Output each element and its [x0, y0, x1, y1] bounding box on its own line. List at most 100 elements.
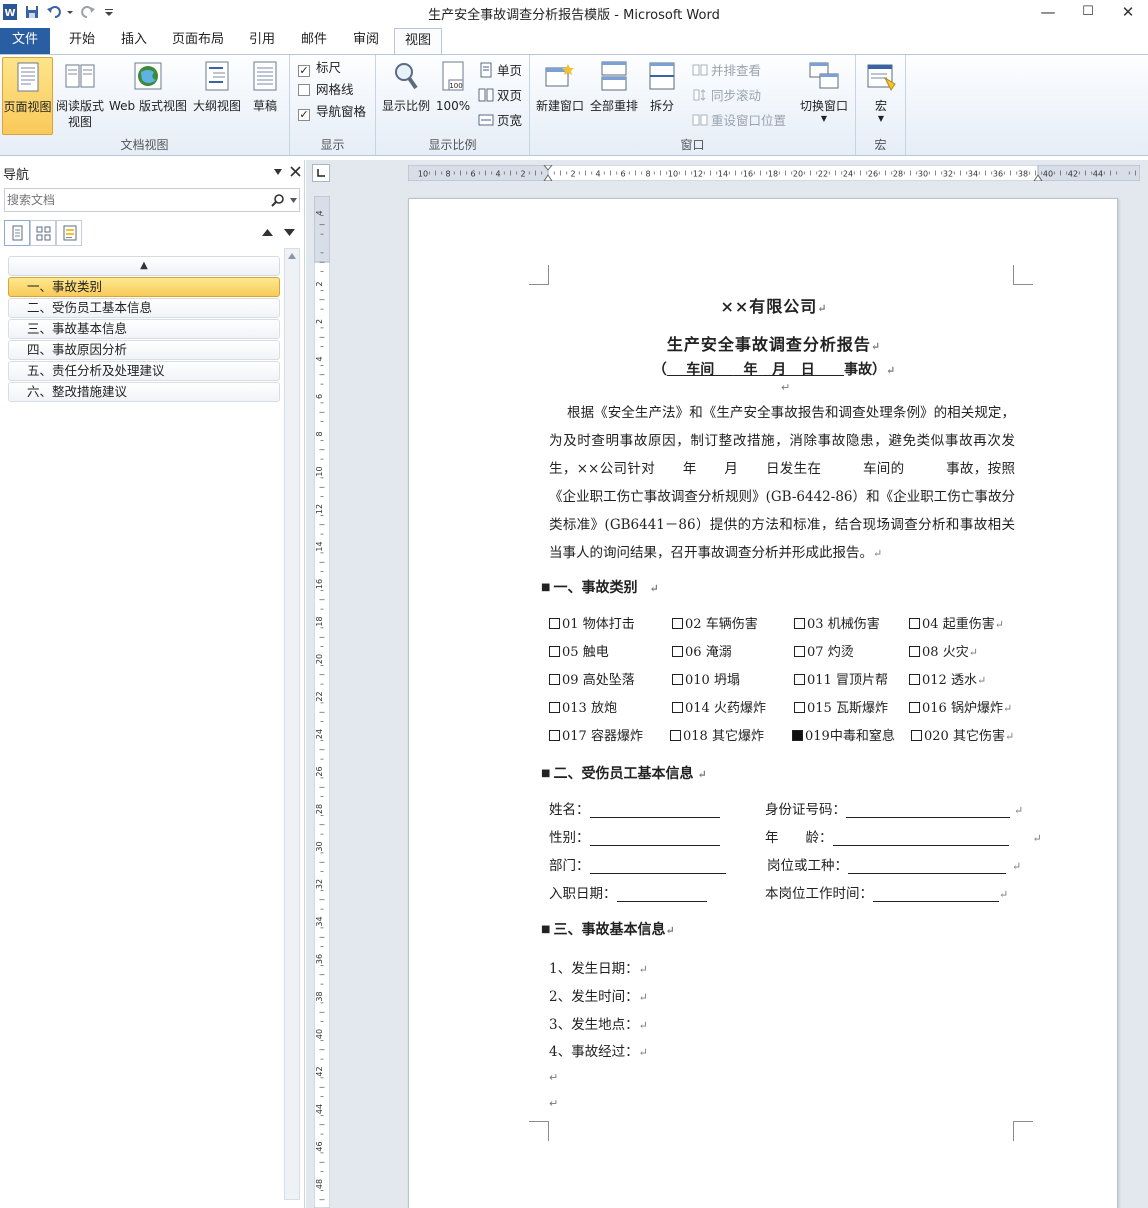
- web-layout-button[interactable]: Web 版式视图: [107, 57, 189, 114]
- category-checkbox-checked[interactable]: [792, 730, 803, 741]
- reading-layout-button[interactable]: 阅读版式 视图: [55, 57, 105, 130]
- category-option[interactable]: 06 淹溺: [672, 639, 732, 667]
- tab-view[interactable]: 视图: [394, 28, 442, 55]
- side-by-side-button[interactable]: 并排查看: [692, 61, 761, 81]
- one-page-button[interactable]: 单页: [478, 61, 522, 81]
- print-layout-button[interactable]: 页面视图: [2, 57, 53, 135]
- arrange-all-button[interactable]: 全部重排: [588, 57, 640, 114]
- macros-button[interactable]: 宏 ▼: [860, 57, 902, 124]
- nav-heading-item[interactable]: 六、整改措施建议: [8, 382, 280, 402]
- category-option[interactable]: 013 放炮: [549, 695, 617, 723]
- category-option[interactable]: 015 瓦斯爆炸: [794, 695, 888, 723]
- category-checkbox[interactable]: [672, 618, 683, 629]
- sync-scroll-button[interactable]: 同步滚动: [692, 86, 761, 106]
- category-checkbox[interactable]: [794, 674, 805, 685]
- nav-view-pages[interactable]: [30, 220, 56, 246]
- category-checkbox[interactable]: [909, 618, 920, 629]
- close-button[interactable]: ✕: [1108, 0, 1148, 26]
- vertical-ruler[interactable]: 4224681012141618202224262830323436384042…: [314, 196, 330, 1208]
- category-option[interactable]: 011 冒顶片帮: [794, 667, 888, 695]
- nav-close-icon[interactable]: [290, 166, 301, 177]
- tab-insert[interactable]: 插入: [110, 28, 158, 54]
- outline-view-button[interactable]: 大纲视图: [191, 57, 243, 114]
- nav-view-results[interactable]: [56, 220, 82, 246]
- category-option[interactable]: 07 灼烫: [794, 639, 854, 667]
- minimize-button[interactable]: —: [1028, 0, 1068, 26]
- category-checkbox[interactable]: [549, 646, 560, 657]
- tab-selector-button[interactable]: [312, 164, 330, 182]
- nav-collapse-up-button[interactable]: ▲: [8, 256, 280, 276]
- previous-heading-icon[interactable]: [262, 228, 273, 236]
- tenure-blank[interactable]: [873, 887, 999, 902]
- nav-heading-item[interactable]: 五、责任分析及处理建议: [8, 361, 280, 381]
- category-checkbox[interactable]: [672, 646, 683, 657]
- search-icon[interactable]: [271, 193, 285, 207]
- document-page[interactable]: ××有限公司↵ 生产安全事故调查分析报告↵ （ 车间 年 月 日 事故）↵ ↵ …: [408, 198, 1118, 1208]
- nav-options-dropdown-icon[interactable]: [273, 168, 283, 176]
- category-option[interactable]: 02 车辆伤害: [672, 611, 758, 639]
- category-checkbox[interactable]: [794, 618, 805, 629]
- category-option[interactable]: 08 火灾↵: [909, 639, 978, 667]
- category-option[interactable]: 012 透水↵: [909, 667, 986, 695]
- gridlines-checkbox[interactable]: 网格线: [298, 81, 354, 99]
- category-checkbox[interactable]: [549, 702, 560, 713]
- nav-scroll-up-icon[interactable]: [288, 253, 296, 259]
- category-option[interactable]: 010 坍塌: [672, 667, 740, 695]
- tab-home[interactable]: 开始: [58, 28, 106, 54]
- category-option[interactable]: 019中毒和窒息: [792, 723, 895, 751]
- nav-pane-checkbox[interactable]: ✓ 导航窗格: [298, 103, 366, 121]
- category-checkbox[interactable]: [909, 674, 920, 685]
- horizontal-ruler[interactable]: 10 8 6 4 2 2 4 6 8 10 12 14 16 18 20 22 24 26 28 30 32 34 36 38…: [408, 165, 1140, 181]
- gender-blank[interactable]: [589, 831, 720, 846]
- category-checkbox[interactable]: [794, 646, 805, 657]
- hire-date-blank[interactable]: [616, 887, 707, 902]
- nav-heading-item[interactable]: 二、受伤员工基本信息: [8, 298, 280, 318]
- nav-search-input[interactable]: [7, 191, 262, 209]
- name-blank[interactable]: [589, 803, 720, 818]
- category-checkbox[interactable]: [909, 646, 920, 657]
- nav-view-headings[interactable]: [4, 220, 30, 246]
- dept-blank[interactable]: [589, 859, 726, 874]
- tab-file[interactable]: 文件: [0, 28, 50, 54]
- position-blank[interactable]: [848, 859, 1006, 874]
- next-heading-icon[interactable]: [284, 228, 295, 236]
- tab-references[interactable]: 引用: [238, 28, 286, 54]
- category-option[interactable]: 09 高处坠落: [549, 667, 635, 695]
- category-option[interactable]: 014 火药爆炸: [672, 695, 766, 723]
- category-checkbox[interactable]: [670, 730, 681, 741]
- category-checkbox[interactable]: [911, 730, 922, 741]
- split-button[interactable]: 拆分: [642, 57, 682, 114]
- zoom-100-button[interactable]: 100 100%: [434, 57, 472, 114]
- nav-heading-item[interactable]: 三、事故基本信息: [8, 319, 280, 339]
- category-option[interactable]: 016 锅炉爆炸↵: [909, 695, 1012, 723]
- tab-page-layout[interactable]: 页面布局: [164, 28, 232, 54]
- category-option[interactable]: 017 容器爆炸: [549, 723, 643, 751]
- page-width-button[interactable]: 页宽: [478, 111, 522, 131]
- category-checkbox[interactable]: [549, 618, 560, 629]
- maximize-button[interactable]: ☐: [1068, 0, 1108, 26]
- category-option[interactable]: 04 起重伤害↵: [909, 611, 1004, 639]
- category-option[interactable]: 05 触电: [549, 639, 609, 667]
- two-pages-button[interactable]: 双页: [478, 86, 522, 106]
- category-option[interactable]: 03 机械伤害: [794, 611, 880, 639]
- tab-mailings[interactable]: 邮件: [290, 28, 338, 54]
- switch-windows-button[interactable]: 切换窗口 ▼: [796, 57, 852, 124]
- category-option[interactable]: 01 物体打击: [549, 611, 635, 639]
- tab-review[interactable]: 审阅: [342, 28, 390, 54]
- draft-view-button[interactable]: 草稿: [245, 57, 285, 114]
- new-window-button[interactable]: 新建窗口: [532, 57, 588, 114]
- category-checkbox[interactable]: [909, 702, 920, 713]
- ruler-checkbox[interactable]: ✓ 标尺: [298, 59, 341, 77]
- category-checkbox[interactable]: [672, 702, 683, 713]
- category-checkbox[interactable]: [549, 674, 560, 685]
- id-number-blank[interactable]: [846, 803, 1010, 818]
- category-checkbox[interactable]: [672, 674, 683, 685]
- reset-position-button[interactable]: 重设窗口位置: [692, 111, 786, 131]
- nav-scrollbar[interactable]: [284, 248, 300, 1200]
- category-option[interactable]: 018 其它爆炸: [670, 723, 764, 751]
- nav-heading-item[interactable]: 一、事故类别: [8, 277, 280, 297]
- nav-heading-item[interactable]: 四、事故原因分析: [8, 340, 280, 360]
- zoom-button[interactable]: 显示比例: [380, 57, 432, 114]
- search-options-dropdown-icon[interactable]: [290, 198, 297, 203]
- category-checkbox[interactable]: [794, 702, 805, 713]
